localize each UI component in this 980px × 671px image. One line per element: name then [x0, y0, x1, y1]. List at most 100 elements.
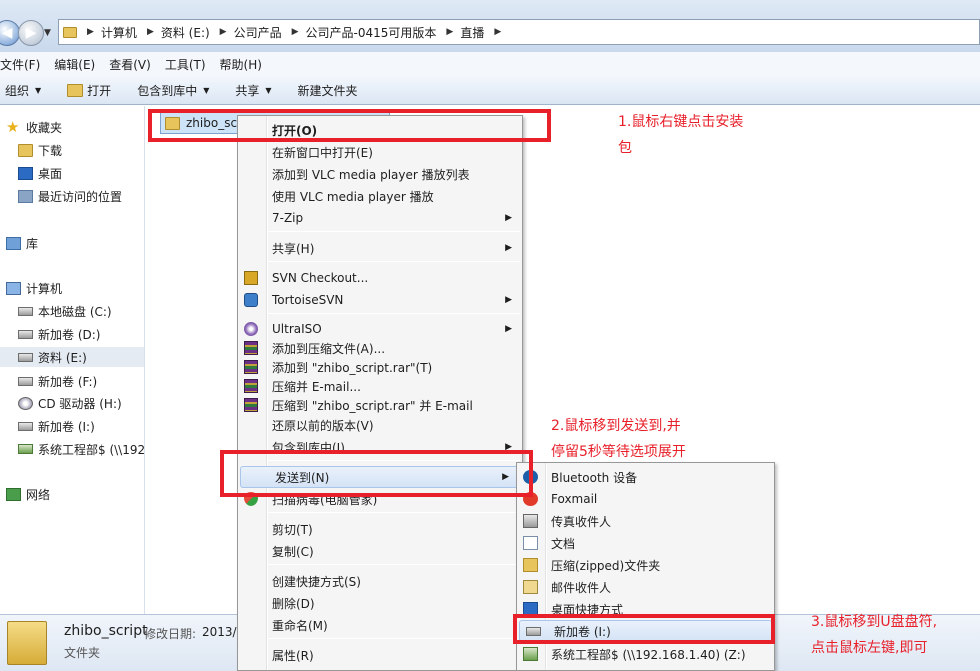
computer-icon [6, 281, 21, 295]
send-to-zip[interactable]: 压缩(zipped)文件夹 [517, 554, 774, 576]
drive-icon [18, 306, 33, 316]
nav-recent[interactable]: 最近访问的位置 [18, 186, 122, 206]
zip-folder-icon [523, 558, 538, 572]
annotation-step1-line2: 包 [618, 140, 632, 156]
send-to-documents[interactable]: 文档 [517, 532, 774, 554]
menu-item-tortoise-svn[interactable]: TortoiseSVN ▶ [238, 289, 522, 311]
details-name: zhibo_script [64, 623, 148, 639]
chevron-down-icon: ▼ [35, 85, 42, 95]
menu-edit[interactable]: 编辑(E) [47, 56, 102, 73]
send-to-network-drive-z[interactable]: 系统工程部$ (\\192.168.1.40) (Z:) [517, 643, 774, 665]
tortoise-svn-icon [244, 293, 258, 307]
winrar-icon [244, 341, 258, 355]
library-icon [6, 236, 21, 250]
menu-item-vlc-play[interactable]: 使用 VLC media player 播放 [238, 185, 522, 207]
menu-item-cut[interactable]: 剪切(T) [238, 518, 522, 540]
menu-file[interactable]: 文件(F) [0, 56, 47, 73]
menu-item-restore-previous[interactable]: 还原以前的版本(V) [238, 414, 522, 436]
nav-drive-h[interactable]: CD 驱动器 (H:) [18, 393, 122, 413]
history-dropdown-icon[interactable]: ▼ [44, 28, 51, 38]
nav-drive-f[interactable]: 新加卷 (F:) [18, 371, 97, 391]
breadcrumb-end[interactable]: ▶ [484, 27, 508, 37]
send-to-foxmail[interactable]: Foxmail [517, 488, 774, 510]
annotation-step1-line1: 1.鼠标右键点击安装 [618, 114, 744, 130]
desktop-icon [18, 166, 33, 180]
menu-item-delete[interactable]: 删除(D) [238, 592, 522, 614]
menu-item-create-shortcut[interactable]: 创建快捷方式(S) [238, 570, 522, 592]
breadcrumb-item[interactable]: ▶ 资料 (E:) [137, 24, 210, 41]
chevron-right-icon: ▶ [146, 27, 154, 37]
address-bar: ◀ ▶ ▼ ▶ 计算机 ▶ 资料 (E:) ▶ 公司产品 ▶ 公司产品-0415可用版本… [0, 0, 980, 52]
nav-drive-c[interactable]: 本地磁盘 (C:) [18, 301, 112, 321]
open-button[interactable]: 打开 [67, 82, 111, 99]
menu-separator [268, 261, 520, 262]
forward-button[interactable]: ▶ [18, 20, 44, 46]
menu-item-rename[interactable]: 重命名(M) [238, 614, 522, 636]
winrar-icon [244, 398, 258, 412]
new-folder-button[interactable]: 新建文件夹 [298, 82, 358, 99]
breadcrumb[interactable]: ▶ 计算机 ▶ 资料 (E:) ▶ 公司产品 ▶ 公司产品-0415可用版本 ▶ 直播 ▶ [58, 19, 980, 45]
menu-item-svn-checkout[interactable]: SVN Checkout... [238, 267, 522, 289]
svn-checkout-icon [244, 271, 258, 285]
star-icon: ★ [6, 117, 20, 136]
organize-button[interactable]: 组织 ▼ [5, 82, 41, 99]
menu-item-properties[interactable]: 属性(R) [238, 644, 522, 666]
drive-icon [18, 329, 33, 339]
nav-libraries[interactable]: 库 [6, 233, 38, 253]
nav-desktop[interactable]: 桌面 [18, 163, 62, 183]
back-button[interactable]: ◀ [0, 20, 20, 46]
navigation-pane: ★ 收藏夹 下载 桌面 最近访问的位置 库 计算机 本地磁盘 (C:) 新加卷 (… [0, 106, 145, 614]
chevron-right-icon: ▶ [219, 27, 227, 37]
annotation-step3-line2: 点击鼠标左键,即可 [811, 640, 928, 656]
breadcrumb-item[interactable]: ▶ 公司产品-0415可用版本 [282, 24, 437, 41]
menu-item-compress-rar-email[interactable]: 压缩到 "zhibo_script.rar" 并 E-mail [238, 394, 522, 416]
submenu-arrow-icon: ▶ [505, 243, 512, 253]
details-type: 文件夹 [64, 646, 101, 660]
submenu-arrow-icon: ▶ [505, 295, 512, 305]
breadcrumb-item[interactable]: ▶ 直播 [436, 24, 484, 41]
drive-icon [18, 352, 33, 362]
menu-item-vlc-playlist[interactable]: 添加到 VLC media player 播放列表 [238, 163, 522, 185]
nav-drive-d[interactable]: 新加卷 (D:) [18, 324, 100, 344]
menu-item-copy[interactable]: 复制(C) [238, 540, 522, 562]
annotation-step3-line1: 3.鼠标移到U盘盘符, [811, 614, 938, 630]
menu-item-7zip[interactable]: 7-Zip ▶ [238, 207, 522, 229]
winrar-icon [244, 360, 258, 374]
network-drive-icon [523, 647, 538, 661]
annotation-box-step1 [148, 109, 551, 142]
share-button[interactable]: 共享 ▼ [235, 82, 271, 99]
arrow-right-icon: ▶ [25, 25, 37, 41]
menu-tools[interactable]: 工具(T) [158, 56, 213, 73]
menu-item-share[interactable]: 共享(H) ▶ [238, 237, 522, 259]
include-library-button[interactable]: 包含到库中 ▼ [137, 82, 209, 99]
chevron-right-icon: ▶ [87, 27, 94, 37]
nav-drive-i[interactable]: 新加卷 (I:) [18, 416, 95, 436]
context-menu: 打开(O) 在新窗口中打开(E) 添加到 VLC media player 播放… [237, 115, 523, 671]
chevron-right-icon: ▶ [446, 27, 454, 37]
network-icon [6, 487, 21, 501]
arrow-left-icon: ◀ [1, 25, 13, 41]
nav-network[interactable]: 网络 [6, 484, 50, 504]
breadcrumb-item[interactable]: ▶ 计算机 [85, 24, 137, 41]
usb-drive-icon [18, 421, 33, 431]
menu-separator [268, 564, 520, 565]
folder-icon [63, 26, 77, 38]
mail-recipient-icon [523, 580, 538, 594]
nav-network-drive[interactable]: 系统工程部$ (\\192 [18, 439, 145, 459]
send-to-mail[interactable]: 邮件收件人 [517, 576, 774, 598]
nav-downloads[interactable]: 下载 [18, 140, 62, 160]
winrar-icon [244, 379, 258, 393]
nav-favorites[interactable]: ★ 收藏夹 [6, 117, 62, 137]
nav-drive-e[interactable]: 资料 (E:) [0, 347, 144, 367]
network-drive-icon [18, 444, 33, 454]
menu-help[interactable]: 帮助(H) [213, 56, 269, 73]
nav-computer[interactable]: 计算机 [6, 278, 62, 298]
send-to-bluetooth[interactable]: ᛒ Bluetooth 设备 [517, 466, 774, 488]
submenu-arrow-icon: ▶ [505, 213, 512, 223]
menu-item-open-new-window[interactable]: 在新窗口中打开(E) [238, 141, 522, 163]
menu-separator [268, 512, 520, 513]
menu-view[interactable]: 查看(V) [102, 56, 158, 73]
send-to-fax[interactable]: 传真收件人 [517, 510, 774, 532]
recent-places-icon [18, 189, 33, 203]
breadcrumb-item[interactable]: ▶ 公司产品 [210, 24, 282, 41]
